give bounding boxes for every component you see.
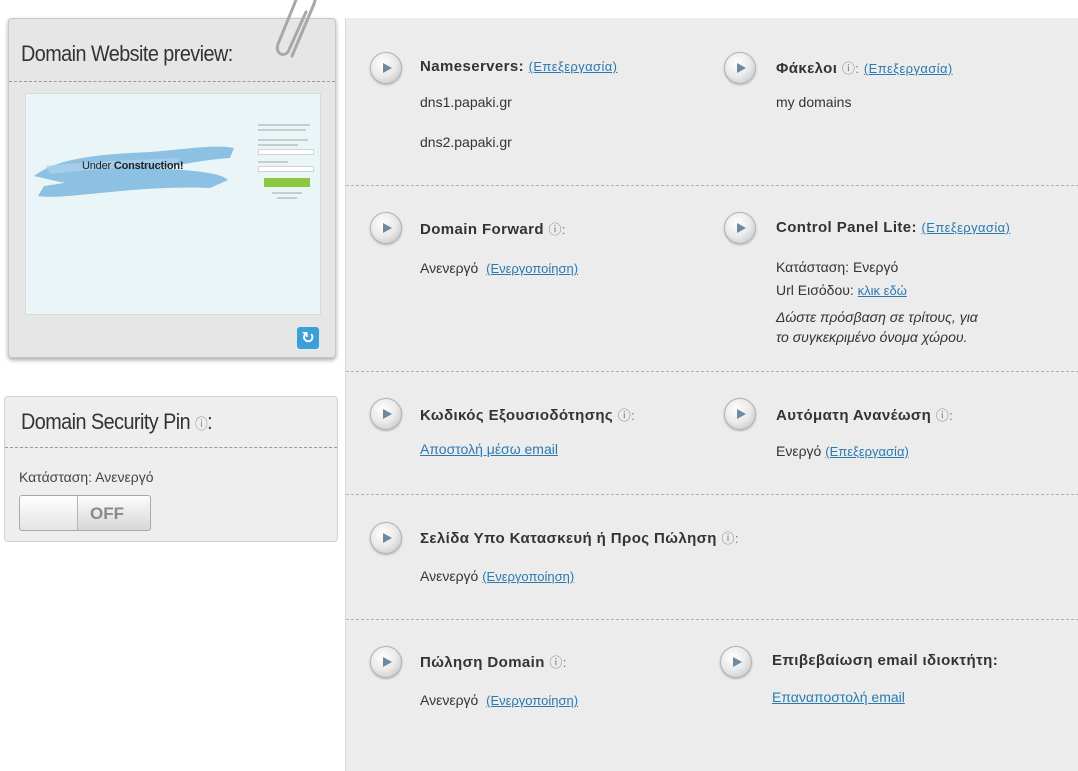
- play-arrow-icon[interactable]: [370, 212, 402, 244]
- folders-label: Φάκελοι ⓘ: (Επεξεργασία): [776, 60, 953, 77]
- website-preview-card: Domain Website preview: Under Constructi…: [8, 18, 336, 358]
- section-divider: [346, 494, 1078, 495]
- under-construction-text: Under Construction!: [82, 160, 184, 172]
- security-pin-toggle[interactable]: OFF: [19, 495, 151, 531]
- security-pin-divider: [5, 447, 337, 448]
- section-divider: [346, 619, 1078, 620]
- info-icon[interactable]: ⓘ:: [549, 222, 566, 237]
- play-arrow-icon[interactable]: [370, 398, 402, 430]
- security-pin-title: Domain Security Pin ⓘ:: [21, 409, 213, 434]
- play-arrow-icon[interactable]: [724, 52, 756, 84]
- owner-email-action: Επαναποστολή email: [772, 689, 905, 705]
- play-arrow-icon[interactable]: [720, 646, 752, 678]
- auth-code-action: Αποστολή μέσω email: [420, 441, 558, 457]
- play-arrow-icon[interactable]: [370, 52, 402, 84]
- owner-email-label: Επιβεβαίωση email ιδιοκτήτη:: [772, 652, 999, 669]
- auto-renew-label: Αυτόματη Ανανέωση ⓘ:: [776, 407, 954, 424]
- info-icon[interactable]: ⓘ: [195, 416, 208, 432]
- control-panel-url: Url Εισόδου: κλικ εδώ: [776, 282, 907, 298]
- domain-settings-panel: Nameservers: (Επεξεργασία) dns1.papaki.g…: [345, 18, 1078, 771]
- toggle-state-label: OFF: [90, 504, 124, 523]
- info-icon[interactable]: ⓘ:: [549, 655, 566, 670]
- preview-card-divider: [9, 81, 335, 82]
- play-arrow-icon[interactable]: [370, 522, 402, 554]
- control-panel-label: Control Panel Lite: (Επεξεργασία): [776, 219, 1011, 236]
- info-icon[interactable]: ⓘ:: [618, 408, 635, 423]
- nameserver-2: dns2.papaki.gr: [420, 134, 512, 150]
- section-divider: [346, 371, 1078, 372]
- refresh-icon[interactable]: ↻: [297, 327, 319, 349]
- folders-edit-link[interactable]: (Επεξεργασία): [864, 61, 953, 76]
- info-icon[interactable]: ⓘ:: [842, 61, 859, 76]
- construction-page-label: Σελίδα Υπο Κατασκευή ή Προς Πώληση ⓘ:: [420, 530, 739, 547]
- play-arrow-icon[interactable]: [724, 212, 756, 244]
- auto-renew-edit-link[interactable]: (Επεξεργασία): [825, 444, 909, 459]
- folders-value: my domains: [776, 94, 852, 110]
- domain-forward-activate-link[interactable]: (Ενεργοποίηση): [486, 261, 578, 276]
- section-divider: [346, 185, 1078, 186]
- play-arrow-icon[interactable]: [724, 398, 756, 430]
- info-icon[interactable]: ⓘ:: [721, 531, 738, 546]
- domain-forward-status: Ανενεργό (Ενεργοποίηση): [420, 260, 579, 276]
- domain-sale-status: Ανενεργό (Ενεργοποίηση): [420, 692, 579, 708]
- paperclip-icon: [275, 0, 317, 58]
- construction-page-activate-link[interactable]: (Ενεργοποίηση): [482, 569, 574, 584]
- control-panel-status: Κατάσταση: Ενεργό: [776, 259, 899, 275]
- construction-page-status: Ανενεργό (Ενεργοποίηση): [420, 568, 575, 584]
- control-panel-url-link[interactable]: κλικ εδώ: [858, 283, 907, 298]
- domain-sale-activate-link[interactable]: (Ενεργοποίηση): [486, 693, 578, 708]
- auto-renew-status: Ενεργό (Επεξεργασία): [776, 443, 909, 459]
- nameservers-label: Nameservers: (Επεξεργασία): [420, 58, 618, 75]
- preview-card-title: Domain Website preview:: [21, 41, 233, 66]
- send-auth-code-link[interactable]: Αποστολή μέσω email: [420, 441, 558, 457]
- toggle-knob[interactable]: [20, 496, 78, 530]
- domain-sale-label: Πώληση Domain ⓘ:: [420, 654, 567, 671]
- info-icon[interactable]: ⓘ:: [936, 408, 953, 423]
- website-preview-thumbnail[interactable]: Under Construction!: [25, 93, 321, 315]
- resend-email-link[interactable]: Επαναποστολή email: [772, 689, 905, 705]
- auth-code-label: Κωδικός Εξουσιοδότησης ⓘ:: [420, 407, 636, 424]
- security-pin-status: Κατάσταση: Ανενεργό: [19, 469, 154, 485]
- domain-forward-label: Domain Forward ⓘ:: [420, 221, 566, 238]
- control-panel-note: Δώστε πρόσβαση σε τρίτους, για το συγκεκρ…: [776, 309, 978, 345]
- play-arrow-icon[interactable]: [370, 646, 402, 678]
- control-panel-edit-link[interactable]: (Επεξεργασία): [922, 220, 1011, 235]
- nameservers-edit-link[interactable]: (Επεξεργασία): [529, 59, 618, 74]
- nameserver-1: dns1.papaki.gr: [420, 94, 512, 110]
- preview-login-form: [258, 124, 314, 202]
- security-pin-card: Domain Security Pin ⓘ: Κατάσταση: Ανενερ…: [4, 396, 338, 542]
